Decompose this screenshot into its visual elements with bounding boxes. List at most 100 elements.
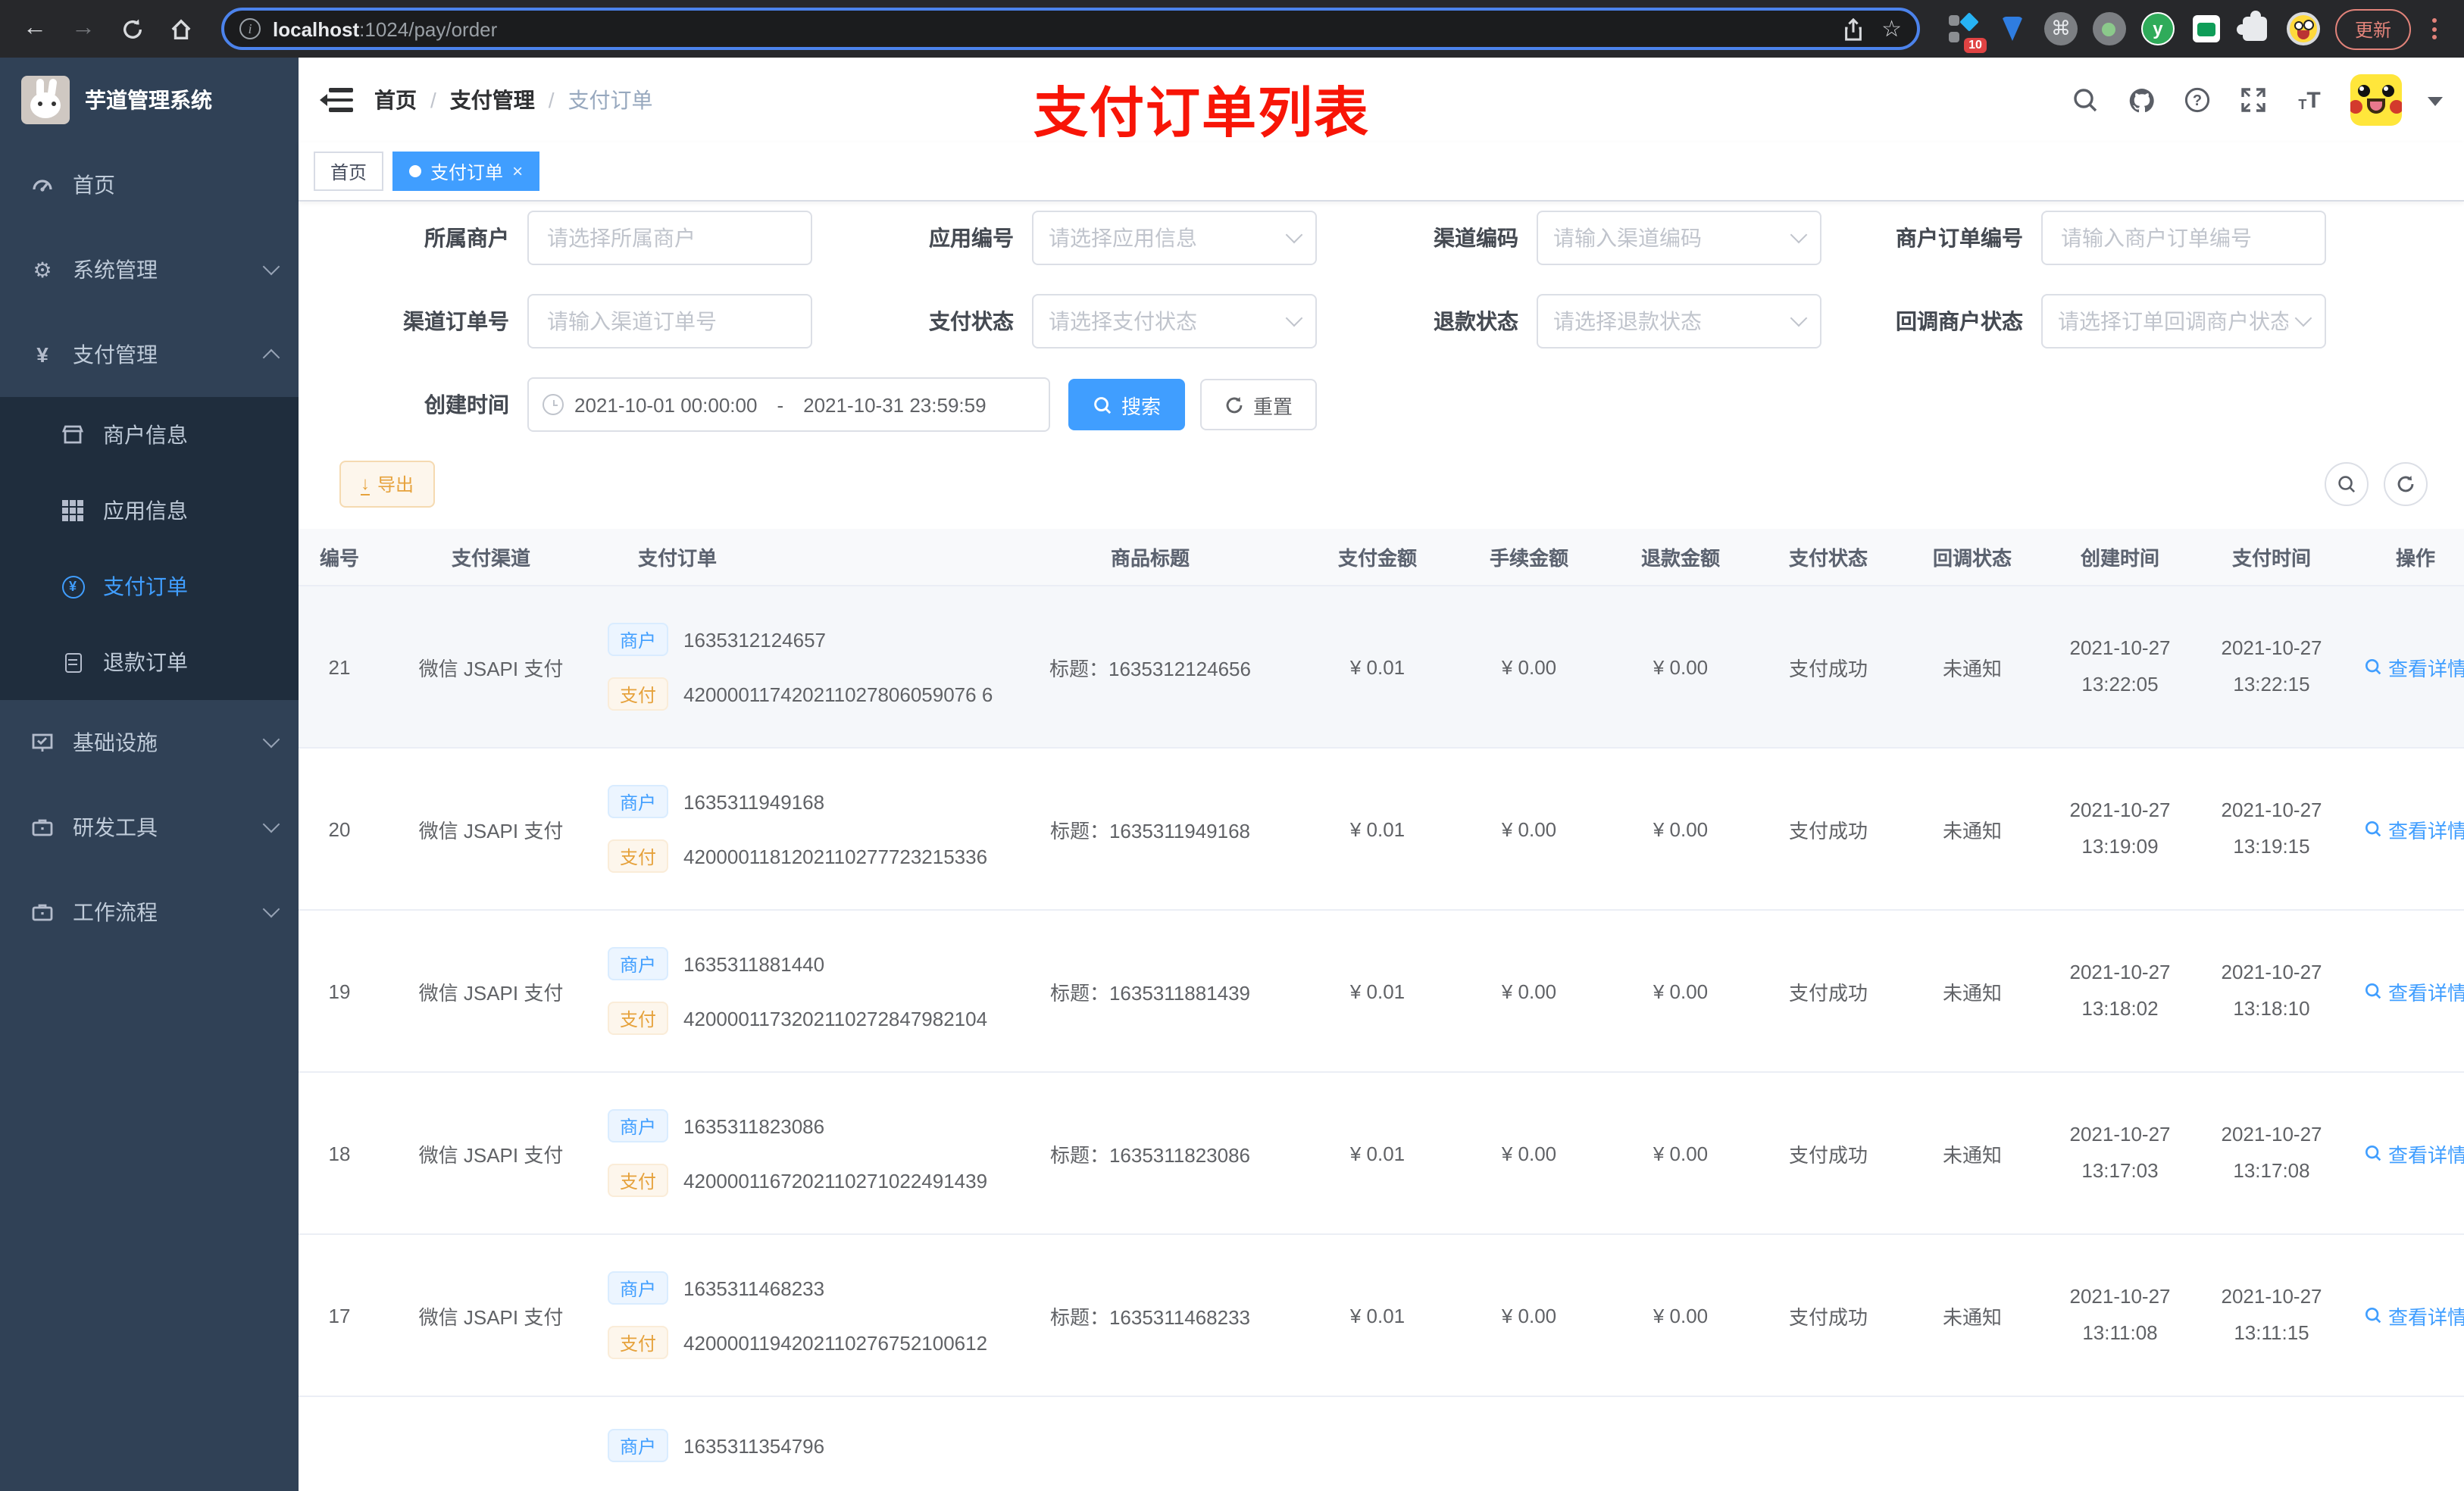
sidebar-item-refund-order[interactable]: 退款订单 <box>0 624 299 700</box>
merchant-input[interactable] <box>527 211 812 265</box>
app-title: 芋道管理系统 <box>85 88 212 112</box>
sidebar-item-merchant-info[interactable]: 商户信息 <box>0 397 299 473</box>
clock-icon <box>543 394 564 415</box>
merchant-tag: 商户 <box>608 1271 669 1305</box>
extension-vue-icon[interactable]: y <box>2140 12 2175 45</box>
tags-view-bar: 首页 支付订单 × <box>299 142 2464 202</box>
refresh-table-button[interactable] <box>2384 462 2428 506</box>
table-row: 商户 1635311354796 <box>299 1397 2464 1482</box>
merchant-tag: 商户 <box>608 1109 669 1142</box>
share-icon[interactable] <box>1842 17 1863 40</box>
extension-dot-icon[interactable] <box>2092 12 2126 45</box>
github-icon[interactable] <box>2126 85 2156 115</box>
browser-update-button[interactable]: 更新 <box>2334 8 2411 49</box>
address-bar[interactable]: i localhost:1024/pay/order ☆ <box>221 8 1920 50</box>
sidebar-item-workflow[interactable]: 工作流程 <box>0 870 299 955</box>
forward-icon[interactable]: → <box>64 9 103 48</box>
browser-menu-icon[interactable] <box>2426 18 2443 39</box>
chevron-down-icon <box>1285 226 1303 244</box>
filter-label-channel-code: 渠道编码 <box>1434 226 1518 250</box>
table-row: 19 微信 JSAPI 支付 商户 1635311881440 支付 4200001… <box>299 911 2464 1073</box>
table-header-row: 编号 支付渠道 支付订单 商品标题 支付金额 手续金额 退款金额 支付状态 回调… <box>299 529 2464 586</box>
search-icon <box>2338 476 2356 493</box>
view-detail-link[interactable]: 查看详情 <box>2364 652 2464 681</box>
caret-down-icon[interactable] <box>2428 96 2443 113</box>
url-text: localhost:1024/pay/order <box>273 17 498 40</box>
search-icon <box>2365 983 2381 999</box>
briefcase-icon <box>30 900 55 924</box>
bookmark-star-icon[interactable]: ☆ <box>1881 15 1902 42</box>
browser-window: ← → i localhost:1024/pay/order ☆ 10 ⌘ y … <box>0 0 2464 1491</box>
merchant-tag: 商户 <box>608 785 669 818</box>
fullscreen-icon[interactable] <box>2238 85 2269 115</box>
create-time-range-picker[interactable]: 2021-10-01 00:00:00 - 2021-10-31 23:59:5… <box>527 377 1050 432</box>
home-icon[interactable] <box>161 9 200 48</box>
back-icon[interactable]: ← <box>15 9 55 48</box>
channel-order-no-input[interactable] <box>527 294 812 349</box>
breadcrumb: 首页 / 支付管理 / 支付订单 <box>374 85 653 115</box>
sidebar-item-pay-order[interactable]: ¥ 支付订单 <box>0 549 299 624</box>
table-row: 21 微信 JSAPI 支付 商户 1635312124657 支付 4200001… <box>299 586 2464 749</box>
reload-icon[interactable] <box>112 9 152 48</box>
sidebar-item-infra[interactable]: 基础设施 <box>0 700 299 785</box>
site-info-icon[interactable]: i <box>239 18 261 39</box>
document-icon <box>61 650 85 674</box>
chevron-down-icon <box>1790 309 1808 327</box>
sidebar-item-payment[interactable]: ¥ 支付管理 <box>0 312 299 397</box>
search-icon <box>2365 659 2381 675</box>
download-icon: ↓ <box>361 472 370 495</box>
show-search-button[interactable] <box>2325 462 2369 506</box>
gear-icon: ⚙ <box>33 257 52 281</box>
font-size-icon[interactable]: TT <box>2294 85 2325 115</box>
extensions-puzzle-icon[interactable] <box>2236 11 2272 45</box>
tab-close-icon[interactable]: × <box>512 161 523 182</box>
pay-tag: 支付 <box>608 1002 669 1035</box>
extension-gem-icon[interactable] <box>1996 12 2029 45</box>
pay-tag: 支付 <box>608 839 669 873</box>
extension-command-icon[interactable]: ⌘ <box>2043 12 2078 45</box>
notify-status-select[interactable]: 请选择订单回调商户状态 <box>2041 294 2326 349</box>
app-select[interactable]: 请选择应用信息 <box>1032 211 1317 265</box>
export-button[interactable]: ↓ 导出 <box>339 461 436 508</box>
help-icon[interactable]: ? <box>2182 85 2212 115</box>
breadcrumb-home[interactable]: 首页 <box>374 85 417 115</box>
dashboard-icon <box>30 173 55 197</box>
search-button[interactable]: 搜索 <box>1068 379 1186 430</box>
sidebar-item-dev-tools[interactable]: 研发工具 <box>0 785 299 870</box>
filter-label-pay-status: 支付状态 <box>929 309 1014 333</box>
merchant-tag: 商户 <box>608 623 669 656</box>
refund-status-select[interactable]: 请选择退款状态 <box>1537 294 1821 349</box>
view-detail-link[interactable]: 查看详情 <box>2364 814 2464 843</box>
reset-button[interactable]: 重置 <box>1200 379 1318 430</box>
tab-pay-order[interactable]: 支付订单 × <box>392 152 540 191</box>
merchant-order-no-input[interactable] <box>2041 211 2326 265</box>
sidebar-item-app-info[interactable]: 应用信息 <box>0 473 299 549</box>
sidebar-item-home[interactable]: 首页 <box>0 142 299 227</box>
sidebar-collapse-icon[interactable] <box>323 88 353 112</box>
app-header: 首页 / 支付管理 / 支付订单 支付订单列表 ? T T <box>299 58 2464 144</box>
tab-home[interactable]: 首页 <box>314 152 384 191</box>
pay-status-select[interactable]: 请选择支付状态 <box>1032 294 1317 349</box>
chevron-down-icon <box>262 258 280 276</box>
filter-label-create-time: 创建时间 <box>424 392 509 417</box>
search-icon[interactable] <box>2070 85 2100 115</box>
merchant-tag: 商户 <box>608 1429 669 1462</box>
extension-emoji-icon[interactable] <box>2286 12 2320 45</box>
extension-badge: 10 <box>1964 38 1987 53</box>
avatar[interactable] <box>2350 74 2402 126</box>
view-detail-link[interactable]: 查看详情 <box>2364 1139 2464 1167</box>
channel-code-select[interactable]: 请输入渠道编码 <box>1537 211 1821 265</box>
extension-blocks-icon[interactable]: 10 <box>1947 12 1987 53</box>
view-detail-link[interactable]: 查看详情 <box>2364 977 2464 1005</box>
sidebar-item-system[interactable]: ⚙ 系统管理 <box>0 227 299 312</box>
grid-icon <box>61 499 85 523</box>
extension-chat-icon[interactable] <box>2190 12 2223 45</box>
table-row: 20 微信 JSAPI 支付 商户 1635311949168 支付 4200001… <box>299 749 2464 911</box>
filter-form: 所属商户 应用编号 请选择应用信息 <box>299 202 2464 432</box>
filter-label-refund-status: 退款状态 <box>1434 309 1518 333</box>
chevron-down-icon <box>2294 309 2312 327</box>
breadcrumb-payment[interactable]: 支付管理 <box>450 85 535 115</box>
view-detail-link[interactable]: 查看详情 <box>2364 1301 2464 1330</box>
orders-table: 编号 支付渠道 支付订单 商品标题 支付金额 手续金额 退款金额 支付状态 回调… <box>299 529 2464 1482</box>
table-toolbar: ↓ 导出 <box>339 461 2464 508</box>
